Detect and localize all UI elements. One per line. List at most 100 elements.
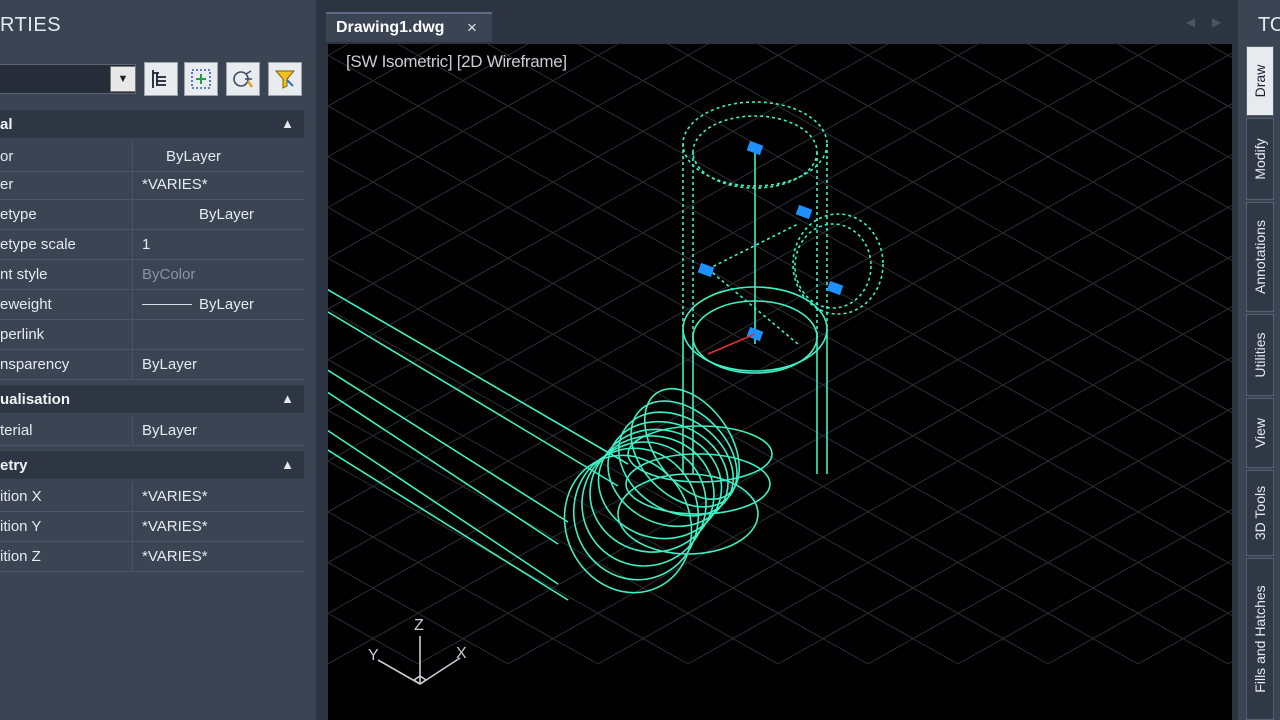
grip-handle[interactable] <box>795 204 813 220</box>
grid-line <box>328 153 1232 665</box>
grid-line <box>777 407 1232 665</box>
collapse-icon[interactable]: ▲ <box>281 391 294 406</box>
selected-ring <box>794 223 872 309</box>
property-key: perlink <box>0 320 133 349</box>
grid-line <box>1227 661 1232 665</box>
toggle-pickadd-icon[interactable] <box>144 62 178 96</box>
grid-line <box>328 206 1139 665</box>
ucs-icon: Z Y X <box>368 617 467 685</box>
property-value[interactable]: 1 <box>142 230 150 259</box>
property-row[interactable]: etype ByLayer <box>0 200 304 230</box>
property-value[interactable]: ByLayer <box>166 142 221 171</box>
properties-palette: RTIES ▼ al ▲ or ByLayer er *VARIES* etyp… <box>0 0 316 720</box>
property-row[interactable]: etype scale 1 <box>0 230 304 260</box>
chevron-down-icon[interactable]: ▼ <box>110 66 136 92</box>
property-value[interactable]: *VARIES* <box>142 512 208 541</box>
grip-handle[interactable] <box>746 140 764 156</box>
pipe-edge <box>328 449 569 601</box>
filter-icon[interactable] <box>268 62 302 96</box>
grid-line <box>328 409 779 665</box>
property-key: terial <box>0 416 133 445</box>
grid-line <box>687 356 1232 665</box>
property-row[interactable]: ition Y *VARIES* <box>0 512 304 542</box>
grid-line <box>847 44 1232 262</box>
property-key: nsparency <box>0 350 133 379</box>
close-icon[interactable]: × <box>467 18 477 38</box>
tab-3d-tools[interactable]: 3D Tools <box>1246 470 1274 556</box>
property-value[interactable]: *VARIES* <box>142 542 208 571</box>
tab-label: Modify <box>1252 138 1268 180</box>
tab-annotations[interactable]: Annotations <box>1246 202 1274 312</box>
property-value[interactable]: ByLayer <box>142 416 197 445</box>
tool-palette-title: TO <box>1258 14 1280 36</box>
tab-label: View <box>1252 417 1268 449</box>
grid-line <box>1207 44 1232 59</box>
property-value[interactable]: ByLayer <box>199 200 254 229</box>
grid-line <box>757 44 1232 312</box>
tab-modify[interactable]: Modify <box>1246 118 1274 200</box>
property-key: ition Y <box>0 512 133 541</box>
section-label: etry <box>0 457 28 474</box>
property-value[interactable]: *VARIES* <box>142 170 208 199</box>
quick-select-icon[interactable] <box>226 62 260 96</box>
grid-line <box>328 561 509 665</box>
section-general[interactable]: al ▲ <box>0 110 304 138</box>
property-value[interactable]: ByLayer <box>142 350 197 379</box>
tab-label: Annotations <box>1252 220 1268 294</box>
tab-drawing1[interactable]: Drawing1.dwg × <box>326 12 492 42</box>
grid-line <box>328 54 1232 566</box>
grid-line <box>328 308 959 665</box>
property-row[interactable]: ition Z *VARIES* <box>0 542 304 572</box>
property-row[interactable]: nsparency ByLayer <box>0 350 304 380</box>
ucs-x-label: X <box>456 645 467 662</box>
tab-label: 3D Tools <box>1252 485 1268 541</box>
grid-line <box>328 156 1229 665</box>
iso-grid <box>328 44 1232 665</box>
tab-view[interactable]: View <box>1246 398 1274 468</box>
section-visualisation[interactable]: ualisation ▲ <box>0 385 304 413</box>
property-row[interactable]: nt style ByColor <box>0 260 304 290</box>
property-key: ition Z <box>0 542 133 571</box>
tab-fills-and-hatches[interactable]: Fills and Hatches <box>1246 558 1274 720</box>
grid-line <box>328 105 1232 617</box>
grid-line <box>328 103 1232 614</box>
section-geometry[interactable]: etry ▲ <box>0 451 304 479</box>
section-label: al <box>0 116 13 133</box>
tab-label: Utilities <box>1252 332 1268 378</box>
property-row[interactable]: ition X *VARIES* <box>0 482 304 512</box>
pipe-elbow-model <box>328 101 884 601</box>
collapse-icon[interactable]: ▲ <box>281 116 294 131</box>
tab-draw[interactable]: Draw <box>1246 46 1274 116</box>
property-key: er <box>0 170 133 199</box>
property-row[interactable]: eweight ByLayer <box>0 290 304 320</box>
tab-label: Fills and Hatches <box>1252 585 1268 693</box>
property-key: eweight <box>0 290 133 319</box>
chevron-left-icon[interactable]: ◀ <box>1186 15 1195 29</box>
property-row[interactable]: perlink <box>0 320 304 350</box>
property-value[interactable]: *VARIES* <box>142 482 208 511</box>
select-objects-icon[interactable] <box>184 62 218 96</box>
section-label: ualisation <box>0 391 71 408</box>
property-row[interactable]: er *VARIES* <box>0 170 304 200</box>
viewport-controls-label[interactable]: [SW Isometric] [2D Wireframe] <box>346 52 567 72</box>
grip-handle[interactable] <box>826 280 844 296</box>
grid-line <box>1047 559 1232 665</box>
property-row[interactable]: terial ByLayer <box>0 416 304 446</box>
collapse-icon[interactable]: ▲ <box>281 457 294 472</box>
property-key: or <box>0 142 133 171</box>
property-row[interactable]: or ByLayer <box>0 142 304 172</box>
model-space-canvas[interactable]: Z Y X <box>328 44 1232 720</box>
grid-line <box>328 52 1232 564</box>
grid-line <box>417 204 1232 665</box>
drawing-viewport[interactable]: Z Y X <box>328 44 1232 720</box>
property-value[interactable]: ByLayer <box>199 290 254 319</box>
grid-line <box>328 257 1049 665</box>
tab-label: Draw <box>1252 64 1268 98</box>
selected-ring <box>792 213 884 315</box>
pipe-edge <box>328 429 559 585</box>
grid-line <box>1117 44 1232 109</box>
tab-utilities[interactable]: Utilities <box>1246 314 1274 396</box>
chevron-right-icon[interactable]: ▶ <box>1212 15 1221 29</box>
grid-line <box>957 508 1232 665</box>
grid-line <box>937 44 1232 211</box>
